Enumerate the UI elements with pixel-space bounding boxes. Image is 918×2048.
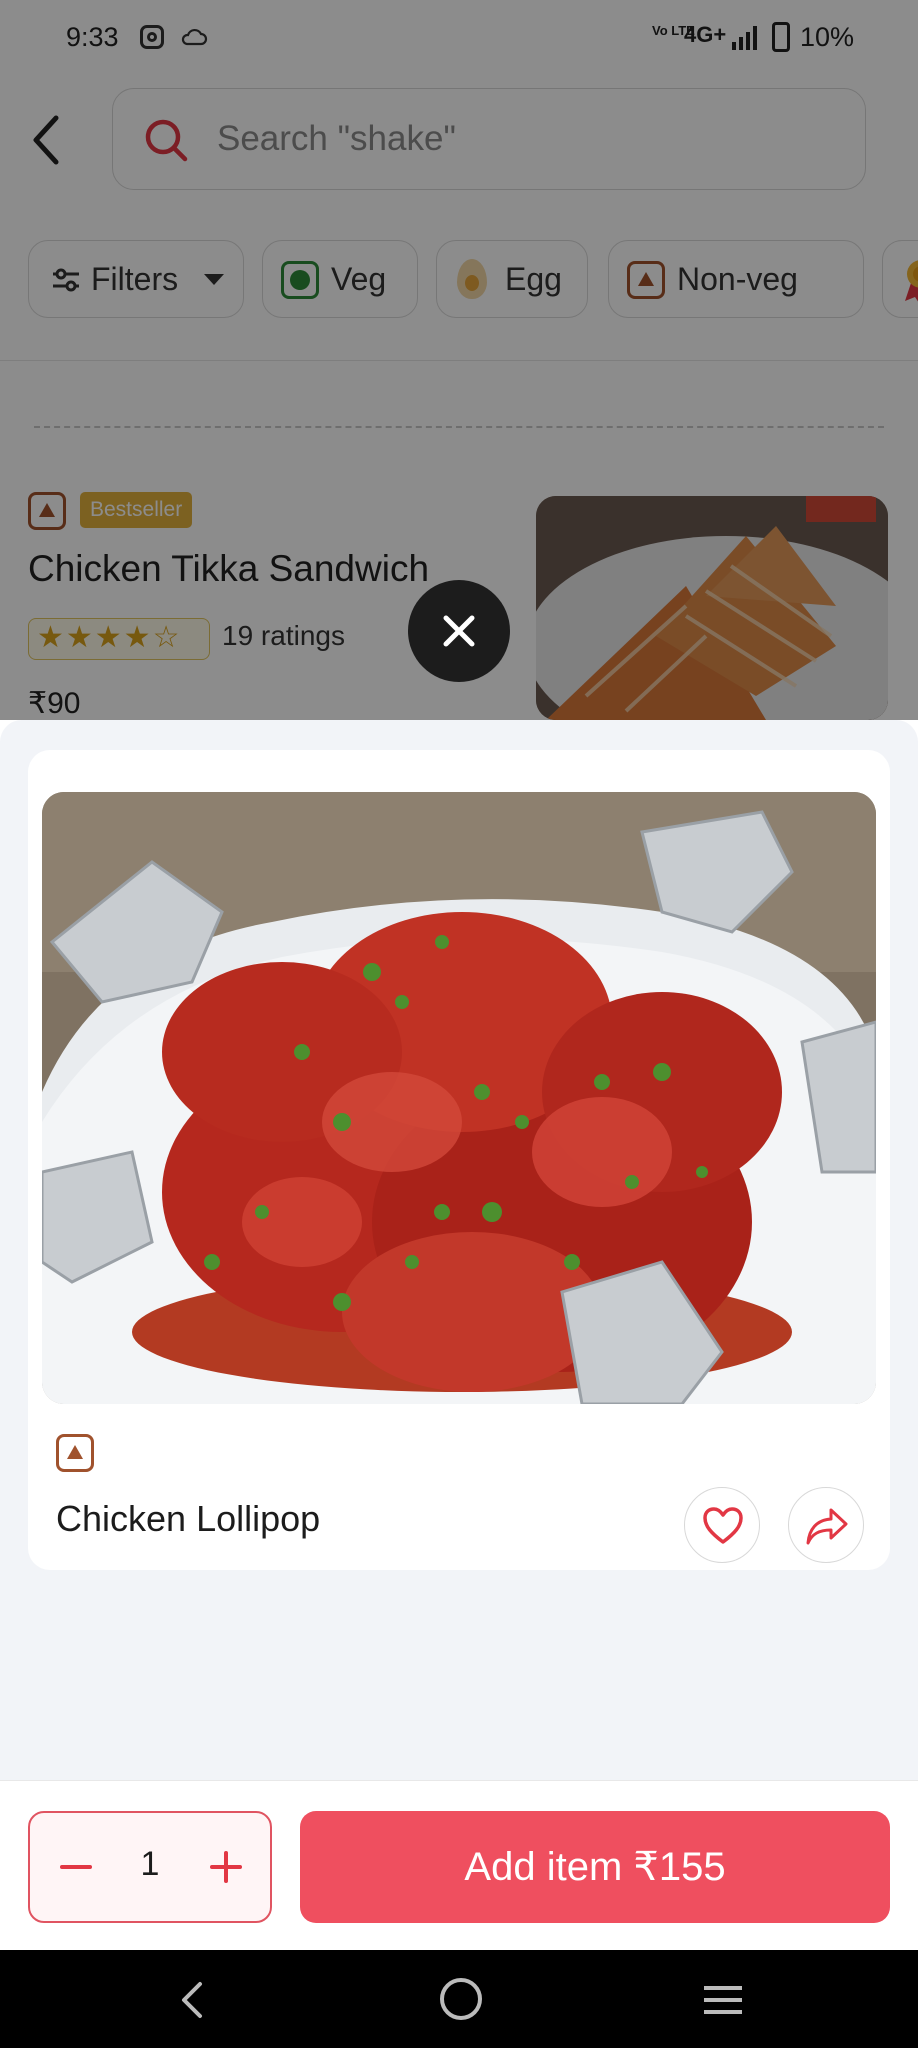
heart-icon <box>703 1507 743 1544</box>
nav-recents-icon[interactable] <box>702 1984 744 2016</box>
favorite-button[interactable] <box>684 1487 760 1563</box>
add-to-cart-footer: 1 Add item ₹155 <box>0 1780 918 1950</box>
close-button[interactable] <box>408 580 510 682</box>
share-button[interactable] <box>788 1487 864 1563</box>
close-icon <box>443 615 475 647</box>
item-card: Chicken Lollipop <box>28 750 890 1570</box>
food-image[interactable] <box>42 792 876 1404</box>
nav-back-icon[interactable] <box>174 1980 214 2020</box>
nav-home-icon[interactable] <box>440 1978 482 2020</box>
add-item-button[interactable]: Add item ₹155 <box>300 1811 890 1923</box>
non-veg-icon <box>56 1434 94 1472</box>
system-navigation-bar <box>0 1950 918 2048</box>
quantity-value: 1 <box>140 1845 160 1883</box>
item-name: Chicken Lollipop <box>56 1498 321 1539</box>
plus-icon[interactable] <box>200 1841 252 1893</box>
item-detail-sheet: Chicken Lollipop <box>0 720 918 1950</box>
share-icon <box>806 1508 848 1545</box>
quantity-stepper: 1 <box>28 1811 272 1923</box>
minus-icon[interactable] <box>50 1841 102 1893</box>
